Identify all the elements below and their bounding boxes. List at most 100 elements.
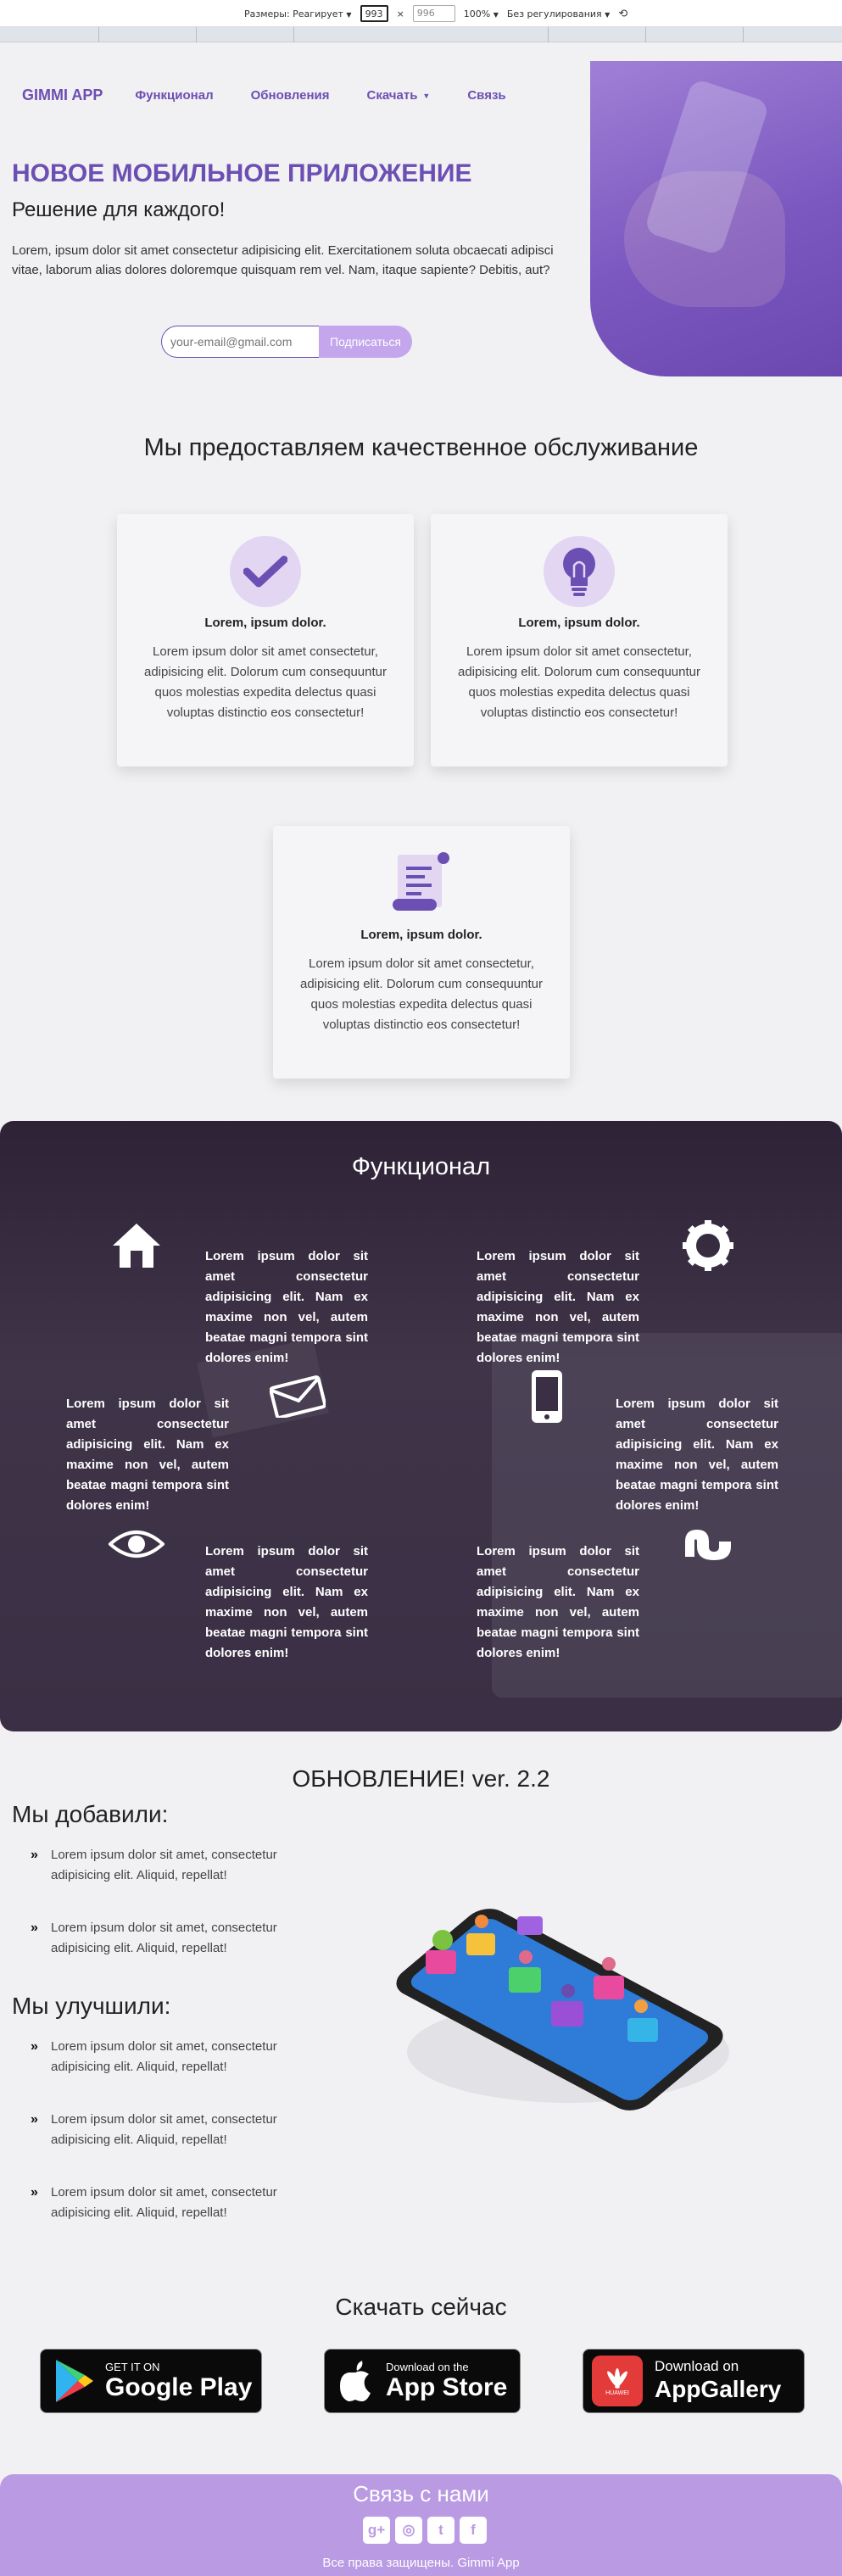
- list-item-text: Lorem ipsum dolor sit amet, consectetur …: [51, 2039, 277, 2074]
- rotate-icon[interactable]: ⟲: [618, 8, 627, 20]
- nav-link-features[interactable]: Функционал: [135, 88, 213, 103]
- huawei-petals-icon: [607, 2367, 627, 2389]
- huawei-logo-text: HUAWEI: [605, 2389, 629, 2396]
- service-card: Lorem, ipsum dolor. Lorem ipsum dolor si…: [431, 514, 728, 767]
- chevron-down-icon: ▼: [346, 10, 352, 19]
- navbar: GIMMI APP Функционал Обновления Скачать ▼…: [22, 86, 544, 104]
- social-links: g+ ◎ t f: [363, 2517, 487, 2544]
- nav-link-contact[interactable]: Связь: [467, 88, 505, 103]
- envelope-icon: [268, 1367, 327, 1426]
- feature-text: Lorem ipsum dolor sit amet consectetur a…: [205, 1249, 368, 1365]
- device-size-dropdown[interactable]: Размеры: Реагирует ▼: [244, 8, 352, 20]
- card-text: Lorem ipsum dolor sit amet consectetur, …: [300, 956, 543, 1032]
- list-item-text: Lorem ipsum dolor sit amet, consectetur …: [51, 2112, 277, 2147]
- list-item: » Lorem ipsum dolor sit amet, consectetur…: [31, 2037, 285, 2077]
- download-title: Скачать сейчас: [335, 2294, 507, 2320]
- email-input[interactable]: [161, 326, 319, 358]
- hero-section: GIMMI APP Функционал Обновления Скачать ▼…: [0, 61, 842, 400]
- ruler-tick: [743, 27, 744, 42]
- google-plus-icon[interactable]: g+: [363, 2517, 390, 2544]
- app-store-button[interactable]: Download on the App Store: [324, 2349, 521, 2413]
- store-small-text: GET IT ON: [105, 2360, 160, 2373]
- footer: Связь с нами g+ ◎ t f Все права защищены…: [0, 2474, 842, 2576]
- throttle-label: Без регулирования: [506, 8, 602, 20]
- subscribe-form: Подписаться: [161, 326, 412, 358]
- features-section: Функционал Lorem ipsum dolor sit amet co…: [0, 1121, 842, 1731]
- ruler-tick: [548, 27, 549, 42]
- brand-logo[interactable]: GIMMI APP: [22, 86, 103, 104]
- throttle-dropdown[interactable]: Без регулирования ▼: [507, 8, 610, 20]
- double-chevron-icon: »: [31, 2039, 38, 2054]
- card-title: Lorem, ipsum dolor.: [518, 616, 640, 630]
- hero-lead: Lorem, ipsum dolor sit amet consectetur …: [12, 243, 554, 277]
- list-item-text: Lorem ipsum dolor sit amet, consectetur …: [51, 1921, 277, 1955]
- updates-title: ОБНОВЛЕНИЕ! ver. 2.2: [292, 1765, 550, 1792]
- double-chevron-icon: »: [31, 2185, 38, 2200]
- services-title: Мы предоставляем качественное обслуживан…: [143, 434, 699, 461]
- nav-link-download[interactable]: Скачать ▼: [366, 88, 430, 103]
- feature-text: Lorem ipsum dolor sit amet consectetur a…: [205, 1544, 368, 1660]
- added-heading: Мы добавили:: [12, 1801, 169, 1827]
- subscribe-button[interactable]: Подписаться: [319, 326, 412, 358]
- ruler-tick: [196, 27, 197, 42]
- instagram-icon[interactable]: ◎: [395, 2517, 422, 2544]
- ruler-tick: [98, 27, 99, 42]
- copyright: Все права защищены. Gimmi App: [322, 2556, 520, 2570]
- double-chevron-icon: »: [31, 1848, 38, 1862]
- feature-text: Lorem ipsum dolor sit amet consectetur a…: [477, 1249, 639, 1365]
- service-card: Lorem, ipsum dolor. Lorem ipsum dolor si…: [273, 826, 570, 1079]
- store-small-text: Download on: [655, 2358, 739, 2374]
- store-big-text: Google Play: [105, 2372, 253, 2401]
- list-item: » Lorem ipsum dolor sit amet, consectetur…: [31, 1845, 285, 1886]
- device-size-label: Размеры: Реагирует: [244, 8, 343, 20]
- devtools-toolbar: Размеры: Реагирует ▼ 993 × 996 100% ▼ Бе…: [0, 0, 842, 27]
- scroll-icon: [386, 848, 457, 919]
- zoom-label: 100%: [463, 8, 491, 20]
- improved-heading: Мы улучшили:: [12, 1993, 171, 2019]
- double-chevron-icon: »: [31, 2112, 38, 2127]
- home-icon: [107, 1216, 166, 1275]
- chevron-down-icon: ▼: [493, 10, 499, 19]
- hero-subtitle: Решение для каждого!: [12, 198, 226, 221]
- features-title: Функционал: [351, 1153, 491, 1180]
- gear-icon: [678, 1216, 738, 1275]
- apple-icon: [340, 2361, 371, 2401]
- store-big-text: AppGallery: [655, 2376, 782, 2402]
- zoom-dropdown[interactable]: 100% ▼: [464, 8, 499, 20]
- stumbleupon-icon: [678, 1514, 738, 1574]
- chevron-down-icon: ▼: [605, 10, 611, 19]
- mobile-icon: [517, 1367, 577, 1426]
- feature-text: Lorem ipsum dolor sit amet consectetur a…: [477, 1544, 639, 1660]
- lightbulb-icon: [544, 536, 615, 607]
- caret-down-icon: ▼: [422, 91, 431, 100]
- hero-title: НОВОЕ МОБИЛЬНОЕ ПРИЛОЖЕНИЕ: [12, 159, 472, 187]
- twitter-icon[interactable]: t: [427, 2517, 454, 2544]
- ruler-tick: [645, 27, 646, 42]
- ruler-tick: [293, 27, 294, 42]
- check-icon: [230, 536, 301, 607]
- eye-icon: [107, 1514, 166, 1574]
- width-input[interactable]: 993: [360, 5, 388, 22]
- appgallery-button[interactable]: HUAWEI Download on AppGallery: [583, 2349, 805, 2413]
- footer-title: Связь с нами: [353, 2481, 489, 2506]
- feature-text: Lorem ipsum dolor sit amet consectetur a…: [66, 1397, 229, 1513]
- google-play-icon: [56, 2360, 93, 2402]
- service-card: Lorem, ipsum dolor. Lorem ipsum dolor si…: [117, 514, 414, 767]
- height-input[interactable]: 996: [412, 5, 455, 22]
- store-big-text: App Store: [386, 2372, 508, 2401]
- facebook-icon[interactable]: f: [460, 2517, 487, 2544]
- card-text: Lorem ipsum dolor sit amet consectetur, …: [458, 644, 700, 720]
- nav-download-label: Скачать: [366, 88, 418, 103]
- double-chevron-icon: »: [31, 1921, 38, 1935]
- list-item: » Lorem ipsum dolor sit amet, consectetur…: [31, 1918, 285, 1959]
- nav-link-updates[interactable]: Обновления: [251, 88, 330, 103]
- dimension-separator: ×: [396, 8, 404, 20]
- list-item-text: Lorem ipsum dolor sit amet, consectetur …: [51, 2185, 277, 2220]
- list-item-text: Lorem ipsum dolor sit amet, consectetur …: [51, 1848, 277, 1882]
- card-text: Lorem ipsum dolor sit amet consectetur, …: [144, 644, 387, 720]
- hero-phone-image: [590, 61, 842, 376]
- list-item: » Lorem ipsum dolor sit amet, consectetur…: [31, 2183, 285, 2223]
- google-play-button[interactable]: GET IT ON Google Play: [40, 2349, 262, 2413]
- media-query-ruler: [0, 27, 842, 42]
- huawei-logo-icon: HUAWEI: [592, 2356, 643, 2406]
